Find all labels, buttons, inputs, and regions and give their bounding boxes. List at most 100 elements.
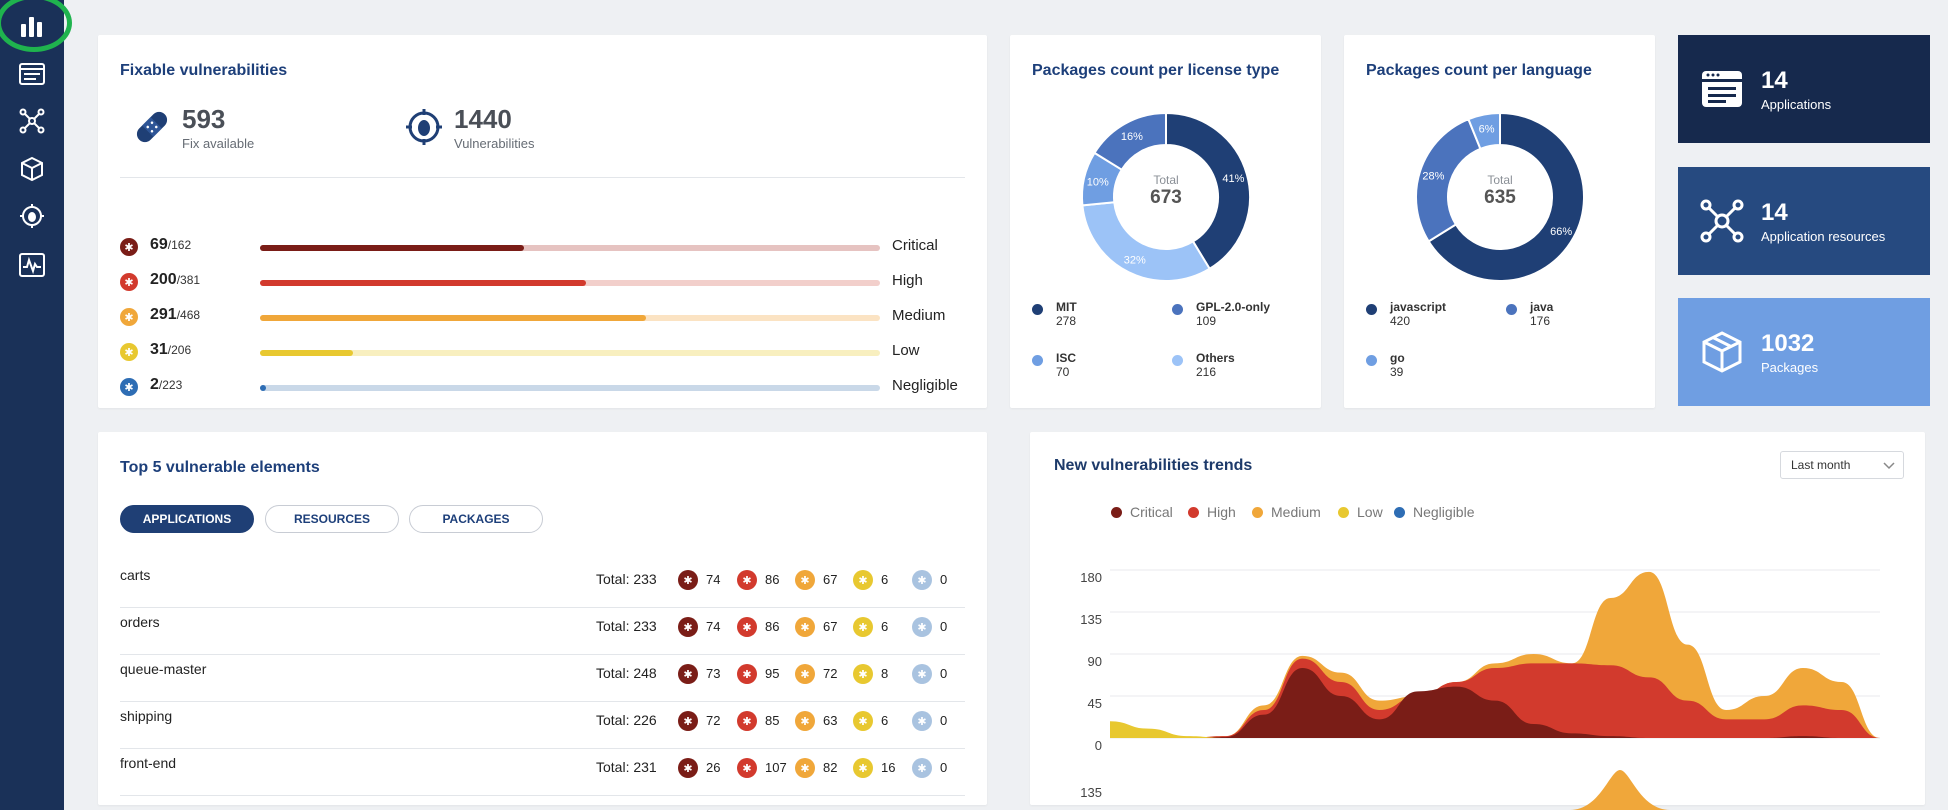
severity-count: 63	[823, 713, 838, 728]
stat-label: Packages	[1761, 360, 1819, 375]
donut-slice[interactable]	[1081, 201, 1212, 282]
severity-row: ✱ 31/206 Low	[120, 338, 970, 368]
legend-name: go	[1390, 351, 1405, 365]
severity-bug-icon: ✱	[795, 570, 815, 590]
severity-bug-icon: ✱	[795, 617, 815, 637]
element-total: Total: 233	[596, 618, 657, 634]
legend-swatch	[1188, 507, 1199, 518]
severity-bar-fill	[260, 315, 646, 321]
severity-bug-icon: ✱	[853, 758, 873, 778]
legend-name: Low	[1357, 504, 1383, 520]
legend-name: ISC	[1056, 351, 1077, 365]
severity-bug-icon: ✱	[853, 664, 873, 684]
severity-row: ✱ 291/468 Medium	[120, 303, 970, 333]
severity-count: 69/162	[150, 236, 191, 254]
severity-count: 107	[765, 760, 787, 775]
trend-legend-item[interactable]: Critical	[1111, 504, 1173, 520]
stat-card-resources[interactable]: 14 Application resources	[1678, 167, 1930, 275]
nav-applications[interactable]	[12, 54, 52, 94]
legend-text: GPL-2.0-only 109	[1196, 300, 1270, 328]
severity-label: High	[892, 272, 923, 289]
trend-legend-item[interactable]: High	[1188, 504, 1236, 520]
stat-card-packages[interactable]: 1032 Packages	[1678, 298, 1930, 406]
legend-swatch	[1172, 355, 1183, 366]
severity-bar-fill	[260, 245, 525, 251]
nav-vulnerabilities[interactable]	[12, 196, 52, 236]
nav-packages[interactable]	[12, 149, 52, 189]
trend-legend-item[interactable]: Medium	[1252, 504, 1321, 520]
table-row[interactable]: shipping Total: 226 ✱ 72 ✱ 85 ✱ 63 ✱ 6 ✱ 0	[120, 702, 965, 749]
legend-value: 216	[1196, 365, 1217, 379]
severity-count: 85	[765, 713, 780, 728]
severity-count: 6	[881, 713, 889, 728]
donut-slice-label: 32%	[1124, 255, 1146, 267]
network-icon	[19, 108, 45, 134]
severity-bug-icon: ✱	[678, 617, 698, 637]
nav-dashboard[interactable]	[12, 6, 52, 46]
severity-bug-icon: ✱	[853, 711, 873, 731]
severity-bug-icon: ✱	[853, 617, 873, 637]
stat-label: Application resources	[1761, 229, 1886, 244]
severity-bug-icon: ✱	[912, 617, 932, 637]
legend-item[interactable]: ISC 70	[1032, 351, 1172, 381]
legend-item[interactable]: go 39	[1366, 351, 1506, 381]
legend-value: 109	[1196, 314, 1217, 328]
legend-item[interactable]: java 176	[1506, 300, 1646, 330]
legend-text: javascript 420	[1390, 300, 1446, 328]
table-row[interactable]: orders Total: 233 ✱ 74 ✱ 86 ✱ 67 ✱ 6 ✱ 0	[120, 608, 965, 655]
table-row[interactable]: front-end Total: 231 ✱ 26 ✱ 107 ✱ 82 ✱ 16 ✱ 0	[120, 749, 965, 796]
severity-total: /206	[167, 343, 192, 357]
trends-area-chart	[1110, 569, 1880, 739]
legend-name: GPL-2.0-only	[1196, 300, 1271, 314]
stat-card-applications[interactable]: 14 Applications	[1678, 35, 1930, 143]
legend-name: java	[1530, 300, 1554, 314]
severity-count: 6	[881, 572, 889, 587]
legend-item[interactable]: MIT 278	[1032, 300, 1172, 330]
severity-label: Low	[892, 342, 920, 359]
severity-bug-icon: ✱	[678, 664, 698, 684]
legend-swatch	[1338, 507, 1349, 518]
legend-item[interactable]: Others 216	[1172, 351, 1312, 381]
legend-item[interactable]: GPL-2.0-only 109	[1172, 300, 1312, 330]
severity-count: 67	[823, 619, 838, 634]
severity-label: Medium	[892, 307, 946, 324]
severity-bug-icon: ✱	[678, 711, 698, 731]
tab-resources[interactable]: RESOURCES	[265, 505, 399, 533]
bug-icon: ✱	[120, 238, 138, 256]
legend-swatch	[1366, 304, 1377, 315]
donut-total-value: 673	[1150, 187, 1182, 208]
severity-label: Critical	[892, 237, 938, 254]
severity-total: /223	[158, 378, 183, 392]
language-card: Packages count per language 66% 28% 6% Tot…	[1344, 35, 1655, 408]
donut-slice-label: 6%	[1479, 123, 1495, 135]
severity-bug-icon: ✱	[795, 711, 815, 731]
severity-row: ✱ 2/223 Negligible	[120, 373, 970, 403]
severity-row: ✱ 69/162 Critical	[120, 233, 970, 263]
legend-value: 70	[1056, 365, 1070, 379]
tab-packages[interactable]: PACKAGES	[409, 505, 543, 533]
nav-resources[interactable]	[12, 101, 52, 141]
donut-slice-label: 66%	[1550, 226, 1572, 238]
fix-available-label: Fix available	[182, 136, 255, 151]
severity-count: 0	[940, 760, 948, 775]
nav-monitor[interactable]	[12, 245, 52, 285]
trend-legend-item[interactable]: Low	[1338, 504, 1383, 520]
severity-count: 74	[706, 572, 721, 587]
vulnerabilities-count: 1440	[454, 104, 512, 134]
severity-bug-icon: ✱	[737, 664, 757, 684]
legend-text: java 176	[1530, 300, 1553, 328]
severity-total: /162	[167, 238, 192, 252]
range-select[interactable]: Last month	[1780, 451, 1904, 479]
y-tick: 180	[1080, 570, 1102, 585]
trend-legend-item[interactable]: Negligible	[1394, 504, 1474, 520]
table-row[interactable]: carts Total: 233 ✱ 74 ✱ 86 ✱ 67 ✱ 6 ✱ 0	[120, 561, 965, 608]
legend-name: javascript	[1390, 300, 1447, 314]
severity-count: 82	[823, 760, 838, 775]
legend-item[interactable]: javascript 420	[1366, 300, 1506, 330]
table-row[interactable]: queue-master Total: 248 ✱ 73 ✱ 95 ✱ 72 ✱ 8 ✱ 0	[120, 655, 965, 702]
box-icon	[1702, 331, 1742, 373]
legend-name: Medium	[1271, 504, 1321, 520]
element-name: shipping	[120, 708, 173, 724]
tab-applications[interactable]: APPLICATIONS	[120, 505, 254, 533]
severity-count: 72	[823, 666, 838, 681]
